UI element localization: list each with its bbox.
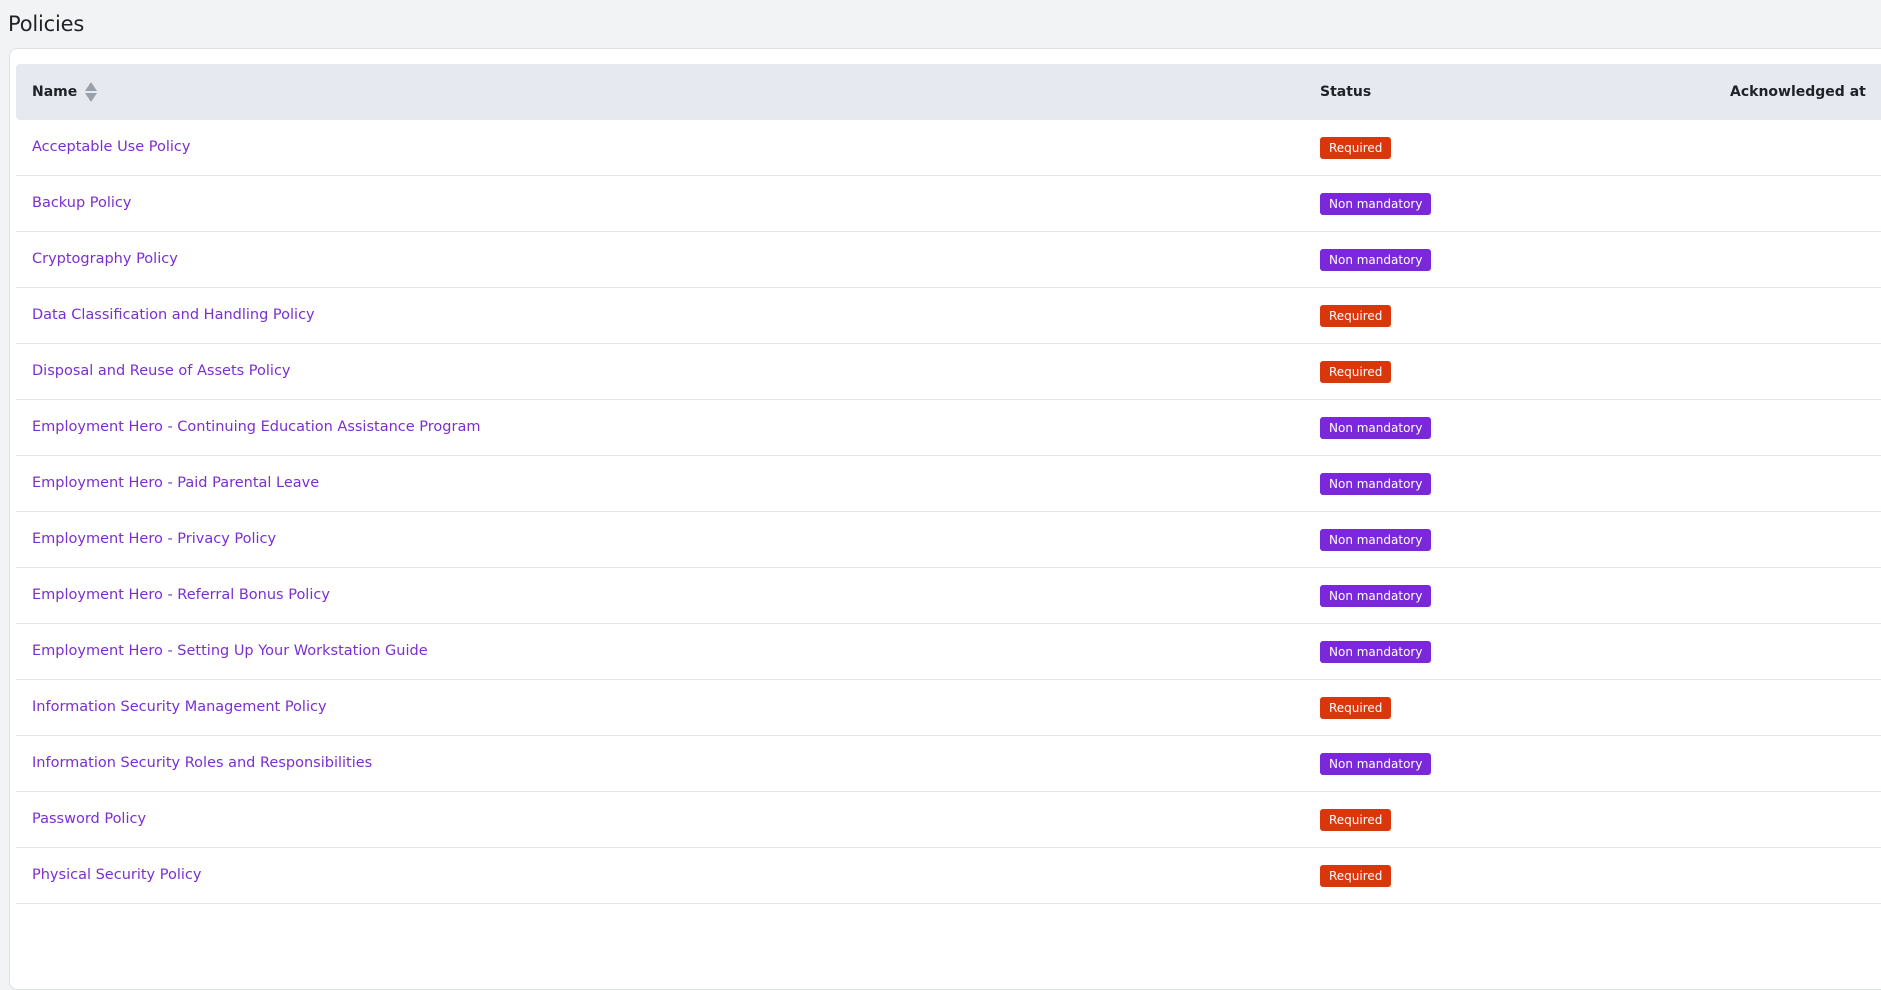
sort-icon[interactable] (85, 81, 98, 103)
policy-link[interactable]: Data Classification and Handling Policy (32, 288, 315, 343)
column-header-status: Status (1320, 84, 1372, 100)
policy-link[interactable]: Employment Hero - Setting Up Your Workst… (32, 624, 428, 679)
policy-link[interactable]: Cryptography Policy (32, 232, 178, 287)
status-cell: Non mandatory (1320, 249, 1432, 271)
policy-link[interactable]: Backup Policy (32, 176, 131, 231)
page-title: Policies (8, 12, 85, 36)
status-cell: Required (1320, 809, 1392, 831)
column-header-name-label: Name (32, 84, 78, 100)
table-row: Employment Hero - Setting Up Your Workst… (16, 624, 1881, 680)
policy-link[interactable]: Employment Hero - Referral Bonus Policy (32, 568, 330, 623)
status-cell: Non mandatory (1320, 473, 1432, 495)
table-row: Backup Policy Non mandatory (16, 176, 1881, 232)
status-badge: Required (1320, 361, 1392, 383)
policy-link[interactable]: Employment Hero - Continuing Education A… (32, 400, 480, 455)
table-header: Name Status Acknowledged at (16, 64, 1881, 120)
table-row: Password Policy Required (16, 792, 1881, 848)
status-badge: Non mandatory (1320, 529, 1432, 551)
status-badge: Non mandatory (1320, 473, 1432, 495)
table-row: Employment Hero - Referral Bonus Policy N… (16, 568, 1881, 624)
policy-link[interactable]: Physical Security Policy (32, 848, 201, 903)
status-badge: Non mandatory (1320, 585, 1432, 607)
table-row: Information Security Roles and Responsib… (16, 736, 1881, 792)
status-cell: Non mandatory (1320, 585, 1432, 607)
status-badge: Required (1320, 697, 1392, 719)
status-badge: Non mandatory (1320, 193, 1432, 215)
policy-link[interactable]: Information Security Management Policy (32, 680, 327, 735)
status-badge: Non mandatory (1320, 417, 1432, 439)
status-cell: Non mandatory (1320, 193, 1432, 215)
table-row: Employment Hero - Continuing Education A… (16, 400, 1881, 456)
table-row: Physical Security Policy Required (16, 848, 1881, 904)
status-badge: Required (1320, 305, 1392, 327)
table-row: Employment Hero - Privacy Policy Non mand… (16, 512, 1881, 568)
status-badge: Required (1320, 809, 1392, 831)
policy-link[interactable]: Disposal and Reuse of Assets Policy (32, 344, 291, 399)
table-row: Information Security Management Policy Re… (16, 680, 1881, 736)
policy-link[interactable]: Password Policy (32, 792, 146, 847)
policy-link[interactable]: Acceptable Use Policy (32, 120, 190, 175)
status-badge: Required (1320, 137, 1392, 159)
policy-link[interactable]: Employment Hero - Paid Parental Leave (32, 456, 319, 511)
status-badge: Required (1320, 865, 1392, 887)
table-row: Disposal and Reuse of Assets Policy Requi… (16, 344, 1881, 400)
status-badge: Non mandatory (1320, 641, 1432, 663)
status-badge: Non mandatory (1320, 249, 1432, 271)
status-cell: Required (1320, 137, 1392, 159)
status-cell: Non mandatory (1320, 417, 1432, 439)
status-cell: Required (1320, 697, 1392, 719)
table-row: Cryptography Policy Non mandatory (16, 232, 1881, 288)
column-header-acknowledged-at: Acknowledged at (1730, 84, 1866, 100)
policies-table: Name Status Acknowledged at Acceptable U… (16, 64, 1881, 904)
status-cell: Non mandatory (1320, 641, 1432, 663)
policy-link[interactable]: Information Security Roles and Responsib… (32, 736, 372, 791)
status-cell: Required (1320, 865, 1392, 887)
status-badge: Non mandatory (1320, 753, 1432, 775)
table-body: Acceptable Use Policy Required Backup Poli… (16, 120, 1881, 904)
table-row: Employment Hero - Paid Parental Leave Non… (16, 456, 1881, 512)
table-row: Acceptable Use Policy Required (16, 120, 1881, 176)
status-cell: Required (1320, 305, 1392, 327)
status-cell: Required (1320, 361, 1392, 383)
table-row: Data Classification and Handling Policy R… (16, 288, 1881, 344)
policy-link[interactable]: Employment Hero - Privacy Policy (32, 512, 276, 567)
status-cell: Non mandatory (1320, 753, 1432, 775)
status-cell: Non mandatory (1320, 529, 1432, 551)
column-header-name[interactable]: Name (32, 64, 98, 120)
